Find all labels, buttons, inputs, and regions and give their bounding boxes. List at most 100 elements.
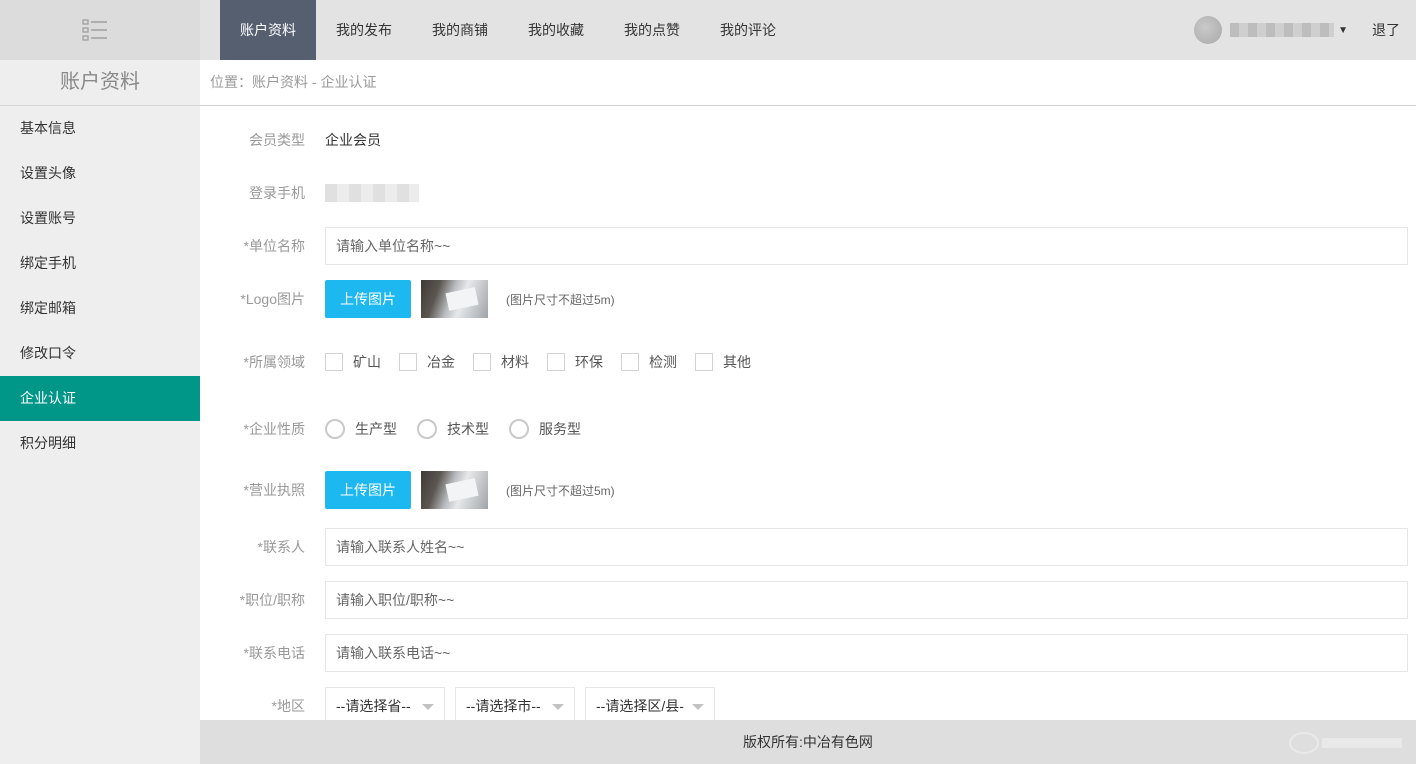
logo-label: *Logo图片	[240, 291, 305, 307]
checkbox-materials[interactable]: 材料	[473, 352, 529, 372]
province-select[interactable]: --请选择省--	[325, 687, 445, 720]
row-phone: *联系电话	[200, 634, 1416, 672]
upload-license-button[interactable]: 上传图片	[325, 471, 411, 509]
sidebar-item-set-account[interactable]: 设置账号	[0, 196, 200, 241]
enterprise-cert-form: 会员类型 企业会员 登录手机 *单位名称 *Logo图片 上传图片 (图片尺寸不…	[200, 106, 1416, 720]
row-contact: *联系人	[200, 528, 1416, 566]
nav-my-favorites[interactable]: 我的收藏	[508, 0, 604, 60]
checkbox-testing[interactable]: 检测	[621, 352, 677, 372]
checkbox-box[interactable]	[473, 353, 491, 371]
row-license: *营业执照 上传图片 (图片尺寸不超过5m)	[200, 471, 1416, 509]
checkbox-box[interactable]	[399, 353, 417, 371]
district-select[interactable]: --请选择区/县-	[585, 687, 715, 720]
sidebar-item-set-avatar[interactable]: 设置头像	[0, 151, 200, 196]
license-thumbnail[interactable]	[421, 471, 488, 509]
row-logo: *Logo图片 上传图片 (图片尺寸不超过5m)	[200, 280, 1416, 318]
sidebar-item-basic-info[interactable]: 基本信息	[0, 106, 200, 151]
row-field: *所属领域 矿山 冶金 材料 环保 检测 其他	[200, 348, 1416, 376]
row-member-type: 会员类型 企业会员	[200, 126, 1416, 154]
caret-down-icon	[552, 704, 564, 710]
nature-label: *企业性质	[243, 421, 305, 437]
radio-label: 技术型	[447, 421, 489, 437]
city-select-value: --请选择市--	[466, 698, 541, 714]
top-bar: 账户资料 我的发布 我的商铺 我的收藏 我的点赞 我的评论 ▼ 退了	[0, 0, 1416, 60]
login-phone-label: 登录手机	[249, 185, 305, 201]
sidebar-item-bind-phone[interactable]: 绑定手机	[0, 241, 200, 286]
checkbox-box[interactable]	[621, 353, 639, 371]
radio-label: 生产型	[355, 421, 397, 437]
radio-label: 服务型	[539, 421, 581, 437]
checkbox-label: 其他	[723, 354, 751, 370]
checkbox-box[interactable]	[695, 353, 713, 371]
radio-service[interactable]: 服务型	[509, 419, 581, 439]
logo-thumbnail[interactable]	[421, 280, 488, 318]
checkbox-other[interactable]: 其他	[695, 352, 751, 372]
footer: 版权所有:中冶有色网	[200, 720, 1416, 764]
member-type-value: 企业会员	[325, 132, 381, 148]
logo-size-hint: (图片尺寸不超过5m)	[506, 292, 615, 307]
sidebar: 账户资料 基本信息 设置头像 设置账号 绑定手机 绑定邮箱 修改口令 企业认证 …	[0, 60, 200, 764]
checkbox-mining[interactable]: 矿山	[325, 352, 381, 372]
sidebar-item-bind-email[interactable]: 绑定邮箱	[0, 286, 200, 331]
nav-my-comments[interactable]: 我的评论	[700, 0, 796, 60]
field-checkbox-group: 矿山 冶金 材料 环保 检测 其他	[325, 352, 769, 372]
radio-circle[interactable]	[325, 419, 345, 439]
login-phone-blurred	[325, 184, 419, 202]
district-select-value: --请选择区/县-	[596, 698, 684, 714]
member-type-label: 会员类型	[249, 132, 305, 148]
company-name-input[interactable]	[325, 227, 1408, 265]
checkbox-box[interactable]	[325, 353, 343, 371]
menu-list-icon[interactable]	[82, 17, 108, 43]
company-name-label: *单位名称	[243, 238, 305, 254]
watermark-logo-icon	[1289, 732, 1402, 754]
checkbox-label: 环保	[575, 354, 603, 370]
logout-link[interactable]: 退了	[1372, 20, 1400, 40]
user-menu[interactable]: ▼ 退了	[1194, 0, 1416, 60]
tel-input[interactable]	[325, 634, 1408, 672]
radio-production[interactable]: 生产型	[325, 419, 397, 439]
license-label: *营业执照	[243, 482, 305, 498]
city-select[interactable]: --请选择市--	[455, 687, 575, 720]
sidebar-item-change-password[interactable]: 修改口令	[0, 331, 200, 376]
nav-my-posts[interactable]: 我的发布	[316, 0, 412, 60]
radio-circle[interactable]	[509, 419, 529, 439]
checkbox-label: 检测	[649, 354, 677, 370]
checkbox-metallurgy[interactable]: 冶金	[399, 352, 455, 372]
contact-label: *联系人	[257, 539, 305, 555]
row-company-name: *单位名称	[200, 227, 1416, 265]
copyright-text: 版权所有:中冶有色网	[743, 734, 873, 750]
region-label: *地区	[271, 698, 305, 714]
nav-my-likes[interactable]: 我的点赞	[604, 0, 700, 60]
radio-circle[interactable]	[417, 419, 437, 439]
row-nature: *企业性质 生产型 技术型 服务型	[200, 415, 1416, 443]
row-login-phone: 登录手机	[200, 179, 1416, 207]
top-nav: 账户资料 我的发布 我的商铺 我的收藏 我的点赞 我的评论	[220, 0, 796, 60]
sidebar-item-points-detail[interactable]: 积分明细	[0, 421, 200, 466]
checkbox-label: 矿山	[353, 354, 381, 370]
checkbox-box[interactable]	[547, 353, 565, 371]
contact-name-input[interactable]	[325, 528, 1408, 566]
province-select-value: --请选择省--	[336, 698, 411, 714]
radio-technical[interactable]: 技术型	[417, 419, 489, 439]
row-position: *职位/职称	[200, 581, 1416, 619]
nav-my-shop[interactable]: 我的商铺	[412, 0, 508, 60]
caret-down-icon	[422, 704, 434, 710]
license-size-hint: (图片尺寸不超过5m)	[506, 483, 615, 498]
user-name-blurred[interactable]	[1230, 23, 1335, 37]
checkbox-label: 材料	[501, 354, 529, 370]
logo-area	[0, 0, 200, 60]
avatar[interactable]	[1194, 16, 1223, 44]
field-label: *所属领域	[243, 354, 305, 370]
caret-down-icon	[692, 704, 704, 710]
position-input[interactable]	[325, 581, 1408, 619]
nav-account-info[interactable]: 账户资料	[220, 0, 316, 60]
checkbox-label: 冶金	[427, 354, 455, 370]
caret-down-icon[interactable]: ▼	[1338, 25, 1348, 36]
checkbox-environment[interactable]: 环保	[547, 352, 603, 372]
row-region: *地区 --请选择省-- --请选择市-- --请选择区/县-	[200, 687, 1416, 720]
sidebar-item-enterprise-cert[interactable]: 企业认证	[0, 376, 200, 421]
position-label: *职位/职称	[239, 592, 305, 608]
tel-label: *联系电话	[243, 645, 305, 661]
upload-logo-button[interactable]: 上传图片	[325, 280, 411, 318]
breadcrumb: 位置：账户资料 - 企业认证	[200, 60, 1416, 106]
